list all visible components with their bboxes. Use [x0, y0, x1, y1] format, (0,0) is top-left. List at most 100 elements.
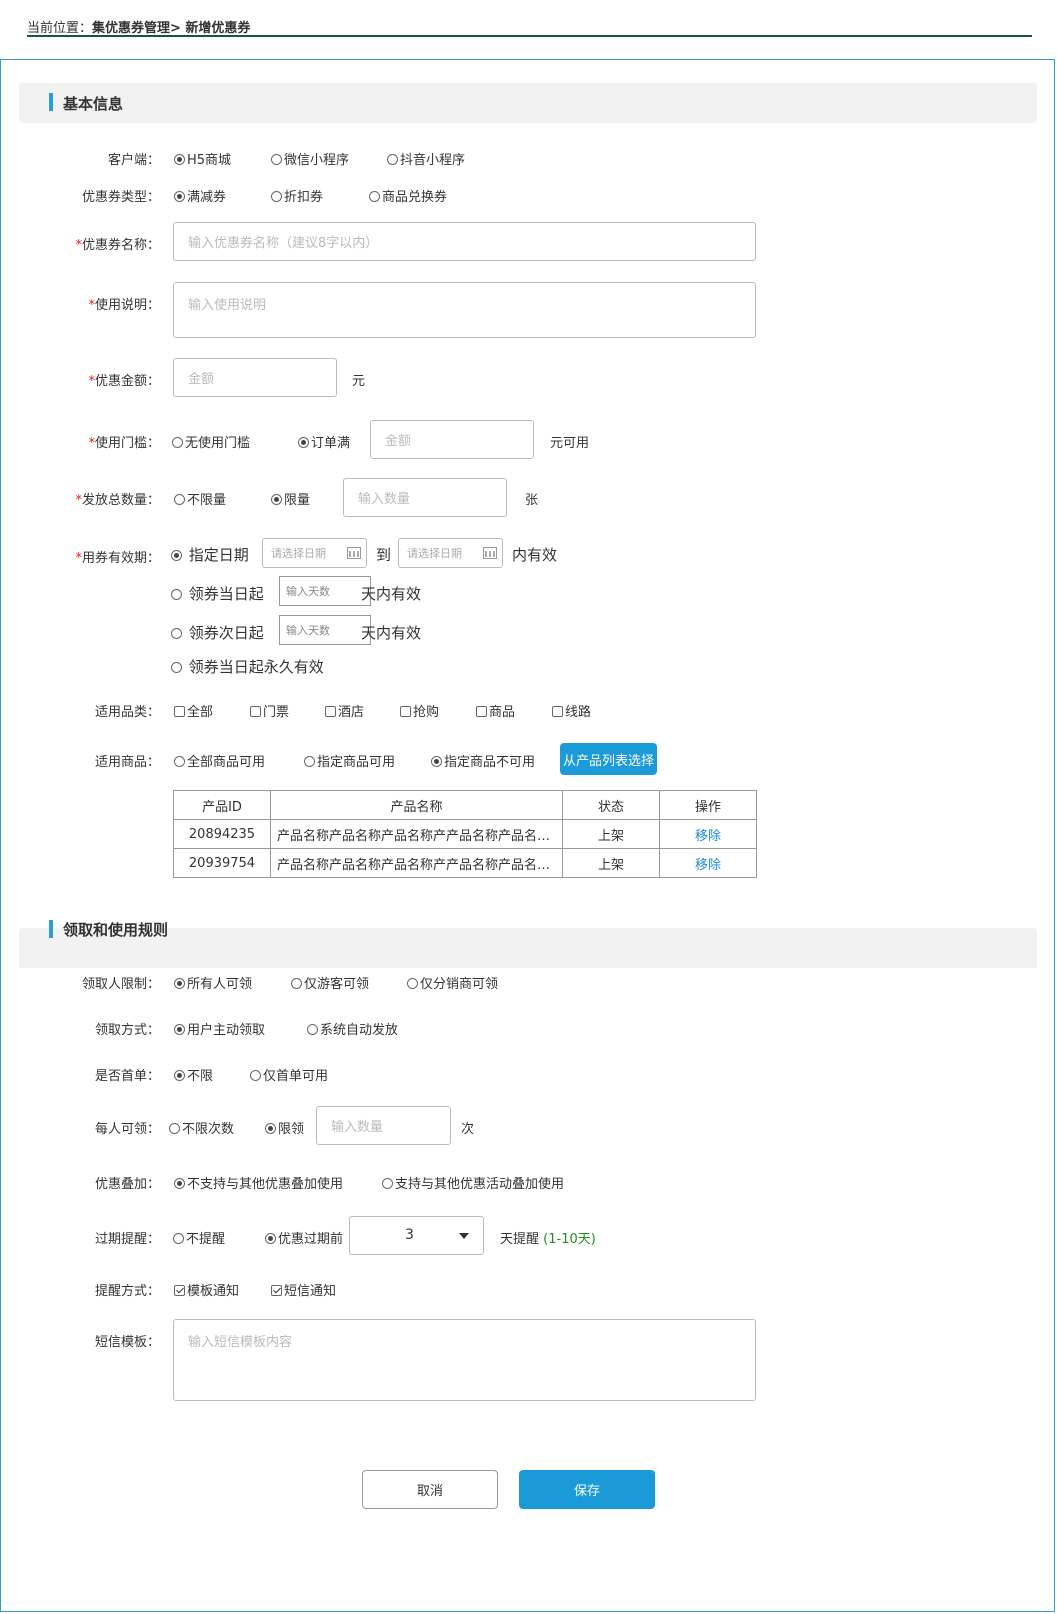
reminder-days-select[interactable]: 3	[349, 1216, 484, 1255]
category-checkbox-all[interactable]: 全部	[174, 701, 213, 720]
amount-label: *优惠金额：	[88, 374, 160, 389]
validity-option-date-range[interactable]: 指定日期	[171, 544, 249, 565]
table-header-row: 产品ID 产品名称 状态 操作	[173, 790, 757, 820]
total-quantity-label: *发放总数量：	[75, 493, 160, 508]
method-option-user-claim[interactable]: 用户主动领取	[174, 1019, 265, 1038]
save-button[interactable]: 保存	[519, 1470, 655, 1509]
type-option-discount[interactable]: 折扣券	[271, 186, 323, 205]
notify-checkbox-sms[interactable]: 短信通知	[271, 1280, 336, 1299]
start-date-picker[interactable]: 请选择日期	[262, 538, 367, 568]
client-option-wechat[interactable]: 微信小程序	[271, 149, 349, 168]
goods-option-excluded[interactable]: 指定商品不可用	[431, 751, 535, 770]
section-basic-title: 基本信息	[63, 95, 124, 113]
goods-option-all[interactable]: 全部商品可用	[174, 751, 265, 770]
stacking-option-yes[interactable]: 支持与其他优惠活动叠加使用	[382, 1173, 564, 1192]
radio-icon	[174, 1178, 185, 1189]
breadcrumb-path[interactable]: 集优惠券管理> 新增优惠券	[92, 21, 250, 36]
recipient-option-all[interactable]: 所有人可领	[174, 973, 252, 992]
category-checkbox-tickets[interactable]: 门票	[250, 701, 289, 720]
remove-link[interactable]: 移除	[695, 829, 721, 844]
notify-method-label: 提醒方式：	[94, 1284, 160, 1299]
next-day-days-input[interactable]: 输入天数	[279, 615, 371, 645]
first-order-option-any[interactable]: 不限	[174, 1065, 213, 1084]
radio-icon	[171, 662, 182, 673]
total-quantity-unit: 张	[525, 493, 539, 508]
remove-link[interactable]: 移除	[695, 858, 721, 873]
category-checkbox-goods[interactable]: 商品	[476, 701, 515, 720]
validity-option-same-day[interactable]: 领券当日起	[171, 583, 264, 604]
checkbox-icon	[476, 706, 487, 717]
notify-checkbox-template[interactable]: 模板通知	[174, 1280, 239, 1299]
header-action: 操作	[659, 790, 757, 820]
total-option-unlimited[interactable]: 不限量	[174, 489, 226, 508]
category-checkbox-hotel[interactable]: 酒店	[325, 701, 364, 720]
coupon-type-label: 优惠券类型：	[81, 190, 160, 205]
type-option-full-reduction[interactable]: 满减券	[174, 186, 226, 205]
checkbox-icon	[250, 706, 261, 717]
per-person-quantity-input[interactable]: 输入数量	[316, 1106, 451, 1145]
threshold-option-order-over[interactable]: 订单满	[298, 432, 350, 451]
radio-icon	[304, 756, 315, 767]
coupon-name-input[interactable]: 输入优惠券名称（建议8字以内）	[173, 222, 756, 261]
method-option-auto-issue[interactable]: 系统自动发放	[307, 1019, 398, 1038]
per-person-option-unlimited[interactable]: 不限次数	[169, 1118, 234, 1137]
first-order-label: 是否首单：	[94, 1069, 160, 1084]
validity-option-next-day[interactable]: 领券次日起	[171, 622, 264, 643]
reminder-hint: (1-10天)	[543, 1232, 596, 1247]
category-checkbox-flash-sale[interactable]: 抢购	[400, 701, 439, 720]
category-checkbox-routes[interactable]: 线路	[552, 701, 591, 720]
checkbox-icon	[552, 706, 563, 717]
radio-icon	[174, 191, 185, 202]
recipient-option-distributors[interactable]: 仅分销商可领	[407, 973, 498, 992]
header-status: 状态	[562, 790, 660, 820]
reminder-option-none[interactable]: 不提醒	[173, 1228, 225, 1247]
header-product-id: 产品ID	[173, 790, 271, 820]
breadcrumb-divider	[27, 35, 1032, 37]
client-option-douyin[interactable]: 抖音小程序	[387, 149, 465, 168]
recipient-option-visitors[interactable]: 仅游客可领	[291, 973, 369, 992]
threshold-amount-input[interactable]: 金额	[370, 420, 534, 459]
checkbox-icon	[325, 706, 336, 717]
header-product-name: 产品名称	[270, 790, 563, 820]
total-quantity-input[interactable]: 输入数量	[343, 478, 507, 517]
total-option-limited[interactable]: 限量	[271, 489, 310, 508]
usage-desc-label: *使用说明：	[88, 298, 160, 313]
radio-icon	[171, 550, 182, 561]
per-person-unit: 次	[461, 1122, 475, 1137]
per-person-option-limited[interactable]: 限领	[265, 1118, 304, 1137]
threshold-option-none[interactable]: 无使用门槛	[172, 432, 250, 451]
same-day-days-input[interactable]: 输入天数	[279, 576, 371, 606]
type-option-exchange[interactable]: 商品兑换券	[369, 186, 447, 205]
goods-option-specified[interactable]: 指定商品可用	[304, 751, 395, 770]
date-range-suffix: 内有效	[512, 546, 558, 564]
reminder-days-value: 3	[405, 1227, 414, 1243]
radio-icon	[173, 1233, 184, 1244]
stacking-option-no[interactable]: 不支持与其他优惠叠加使用	[174, 1173, 343, 1192]
section-marker	[49, 920, 53, 938]
radio-icon	[265, 1233, 276, 1244]
cell-status: 上架	[562, 848, 660, 878]
sms-template-textarea[interactable]: 输入短信模板内容	[173, 1319, 756, 1401]
checkbox-icon	[271, 1285, 282, 1296]
section-rules-title: 领取和使用规则	[63, 921, 169, 939]
recipient-limit-label: 领取人限制：	[81, 977, 160, 992]
date-range-to: 到	[376, 546, 392, 564]
first-order-option-only[interactable]: 仅首单可用	[250, 1065, 328, 1084]
calendar-icon	[347, 547, 361, 559]
client-option-h5[interactable]: H5商城	[174, 149, 231, 168]
usage-desc-textarea[interactable]: 输入使用说明	[173, 282, 756, 338]
reminder-option-before-expiry[interactable]: 优惠过期前	[265, 1228, 343, 1247]
next-day-suffix: 天内有效	[361, 624, 422, 642]
amount-input[interactable]: 金额	[173, 358, 337, 397]
checkbox-icon	[174, 706, 185, 717]
radio-icon	[174, 978, 185, 989]
per-person-label: 每人可领：	[94, 1122, 160, 1137]
select-from-product-list-button[interactable]: 从产品列表选择	[560, 743, 657, 775]
radio-icon	[174, 1070, 185, 1081]
validity-option-permanent[interactable]: 领券当日起永久有效	[171, 656, 324, 677]
amount-unit: 元	[352, 374, 366, 389]
threshold-label: *使用门槛：	[88, 436, 160, 451]
breadcrumb: 当前位置：集优惠券管理> 新增优惠券	[27, 17, 250, 36]
cancel-button[interactable]: 取消	[362, 1470, 498, 1509]
end-date-picker[interactable]: 请选择日期	[398, 538, 503, 568]
